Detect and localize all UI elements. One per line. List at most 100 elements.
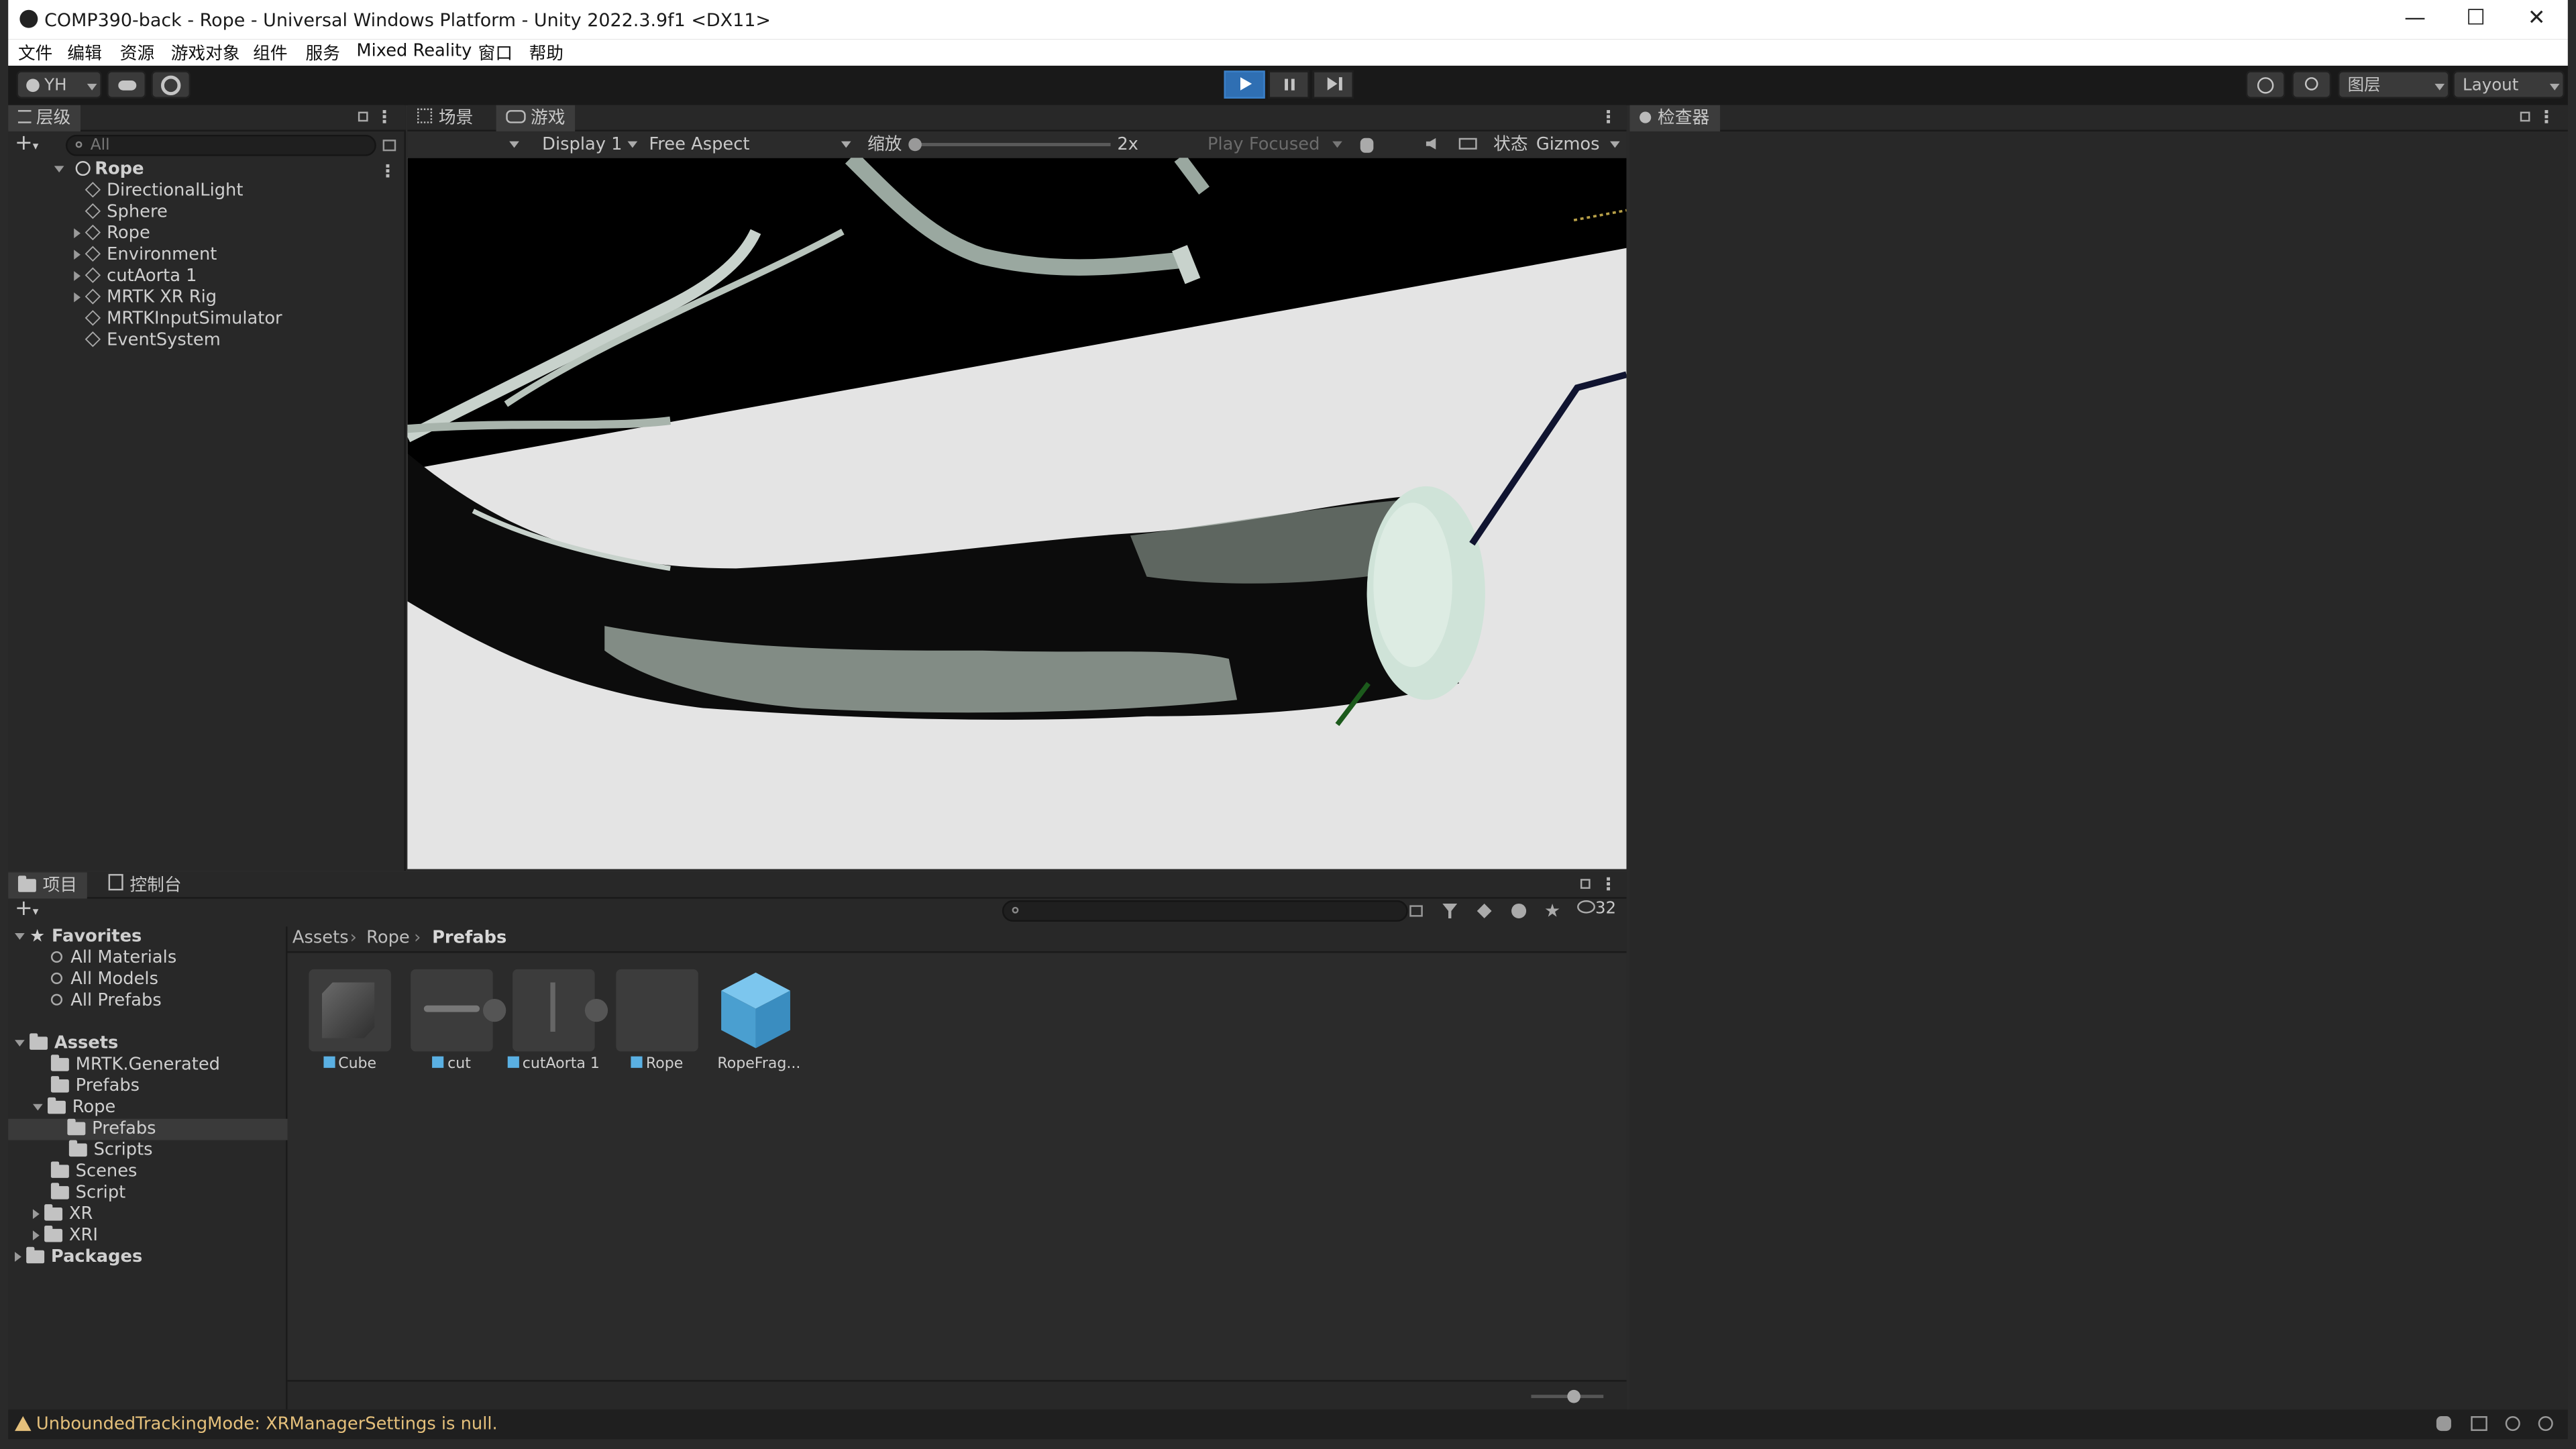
- hierarchy-item[interactable]: MRTKInputSimulator: [74, 309, 282, 330]
- lock-icon[interactable]: [2520, 111, 2530, 122]
- game-view-dropdown[interactable]: [509, 141, 519, 148]
- debug-icon[interactable]: [2436, 1416, 2451, 1432]
- menu-file[interactable]: 文件: [18, 41, 52, 66]
- favorites-header[interactable]: ★ Favorites: [15, 926, 142, 948]
- more-options-icon[interactable]: [382, 110, 386, 113]
- audio-mute-icon[interactable]: [1426, 138, 1436, 150]
- asset-tile-cutaorta[interactable]: [513, 969, 608, 1052]
- breadcrumb-assets[interactable]: Assets: [292, 926, 349, 951]
- lock-icon[interactable]: [1580, 879, 1591, 889]
- filter-type-icon[interactable]: [1442, 903, 1458, 918]
- project-folder-item[interactable]: XRI: [32, 1226, 98, 1247]
- expand-arrow-icon[interactable]: [32, 1209, 40, 1220]
- project-search-input[interactable]: [1002, 900, 1408, 922]
- step-button[interactable]: [1312, 70, 1354, 99]
- aspect-dropdown[interactable]: Free Aspect: [649, 131, 854, 158]
- expand-arrow-icon[interactable]: [74, 292, 81, 303]
- bug-icon[interactable]: [1360, 138, 1374, 153]
- project-folder-item[interactable]: Prefabs: [50, 1076, 140, 1097]
- icon-size-slider-thumb[interactable]: [1567, 1389, 1580, 1403]
- hierarchy-item[interactable]: DirectionalLight: [74, 180, 243, 202]
- search-button[interactable]: [2292, 70, 2332, 99]
- play-mode-dropdown[interactable]: Play Focused: [1208, 131, 1346, 158]
- expand-arrow-icon[interactable]: [54, 166, 64, 173]
- menu-mixed-reality[interactable]: Mixed Reality: [356, 41, 472, 60]
- menu-edit[interactable]: 编辑: [67, 41, 101, 66]
- expand-arrow-icon[interactable]: [74, 250, 81, 260]
- project-folder-item[interactable]: Scripts: [68, 1140, 153, 1162]
- layers-dropdown[interactable]: 图层: [2337, 70, 2450, 99]
- asset-tile-ropefrag[interactable]: [718, 969, 800, 1051]
- hierarchy-item[interactable]: EventSystem: [74, 330, 221, 352]
- breadcrumb-prefabs[interactable]: Prefabs: [432, 926, 506, 951]
- asset-tile-cube[interactable]: [309, 969, 391, 1052]
- expand-arrow-icon[interactable]: [15, 1040, 25, 1047]
- project-folder-item[interactable]: Prefabs: [8, 1118, 288, 1140]
- expand-arrow-icon[interactable]: [32, 1230, 40, 1240]
- assets-header[interactable]: Assets: [15, 1033, 118, 1055]
- menu-component[interactable]: 组件: [253, 41, 287, 66]
- breadcrumb-rope[interactable]: Rope: [366, 926, 410, 951]
- star-icon[interactable]: ★: [1544, 900, 1560, 922]
- maximize-button[interactable]: ☐: [2447, 3, 2506, 36]
- expand-arrow-icon[interactable]: [15, 933, 25, 940]
- hierarchy-item[interactable]: MRTK XR Rig: [74, 288, 217, 309]
- stats-toggle[interactable]: 状态: [1493, 131, 1527, 158]
- scale-slider[interactable]: [908, 138, 1111, 152]
- check-icon[interactable]: [2538, 1416, 2553, 1432]
- keyboard-icon[interactable]: [1458, 138, 1477, 150]
- expand-arrow-icon[interactable]: [15, 1252, 21, 1262]
- cloud-button[interactable]: [107, 70, 146, 99]
- game-viewport[interactable]: [407, 158, 1627, 869]
- favorite-item[interactable]: All Prefabs: [50, 991, 162, 1012]
- search-filter-icon[interactable]: [1409, 905, 1423, 917]
- hierarchy-item[interactable]: Rope: [74, 223, 150, 245]
- tab-project[interactable]: 项目: [8, 872, 87, 899]
- favorite-item[interactable]: All Models: [50, 969, 158, 991]
- tab-inspector[interactable]: 检查器: [1629, 105, 1719, 131]
- minimize-button[interactable]: —: [2385, 3, 2445, 36]
- close-button[interactable]: ✕: [2507, 3, 2566, 36]
- lock-icon[interactable]: [358, 111, 368, 122]
- display-dropdown[interactable]: Display 1: [542, 131, 641, 158]
- scale-slider-thumb[interactable]: [908, 138, 922, 152]
- asset-tile-cut[interactable]: [411, 969, 506, 1052]
- favorite-item[interactable]: All Materials: [50, 948, 176, 969]
- hierarchy-search-input[interactable]: All: [65, 134, 376, 156]
- services-settings-button[interactable]: [151, 70, 191, 99]
- more-options-icon[interactable]: [2544, 110, 2548, 113]
- expand-arrow-icon[interactable]: [74, 228, 81, 239]
- menu-help[interactable]: 帮助: [529, 41, 564, 66]
- hierarchy-scene-root[interactable]: Rope: [54, 160, 406, 181]
- menu-services[interactable]: 服务: [306, 41, 340, 66]
- more-options-icon[interactable]: [1607, 877, 1611, 881]
- menu-gameobject[interactable]: 游戏对象: [171, 41, 240, 66]
- hierarchy-create-button[interactable]: +▾: [15, 133, 51, 156]
- tag-icon[interactable]: [1477, 904, 1492, 918]
- status-bar[interactable]: UnboundedTrackingMode: XRManagerSettings…: [8, 1409, 2568, 1440]
- project-folder-item[interactable]: Scenes: [50, 1161, 138, 1183]
- menu-window[interactable]: 窗口: [478, 41, 513, 66]
- hidden-packages-toggle[interactable]: 32: [1577, 900, 1616, 918]
- tab-console[interactable]: 控制台: [99, 872, 191, 898]
- project-create-button[interactable]: +▾: [15, 899, 51, 922]
- search-filter-icon[interactable]: [382, 140, 396, 152]
- pause-button[interactable]: [1268, 70, 1309, 99]
- layout-dropdown[interactable]: Layout: [2453, 70, 2565, 99]
- tab-game[interactable]: 游戏: [496, 105, 576, 131]
- more-options-icon[interactable]: [386, 164, 390, 168]
- asset-tile-rope[interactable]: [616, 969, 698, 1052]
- hierarchy-item[interactable]: Sphere: [74, 202, 168, 223]
- account-dropdown[interactable]: YH: [16, 70, 102, 99]
- hierarchy-item[interactable]: Environment: [74, 245, 217, 266]
- expand-asset-icon[interactable]: [584, 998, 608, 1022]
- undo-history-button[interactable]: [2245, 70, 2286, 99]
- project-folder-item[interactable]: XR: [32, 1204, 93, 1226]
- tab-hierarchy[interactable]: 层级: [8, 105, 81, 131]
- expand-arrow-icon[interactable]: [32, 1104, 43, 1111]
- expand-arrow-icon[interactable]: [74, 271, 81, 281]
- menu-assets[interactable]: 资源: [120, 41, 154, 66]
- gizmos-dropdown[interactable]: Gizmos: [1536, 131, 1621, 158]
- warning-filter-icon[interactable]: [1511, 903, 1527, 918]
- icon-size-slider[interactable]: [1531, 1389, 1604, 1403]
